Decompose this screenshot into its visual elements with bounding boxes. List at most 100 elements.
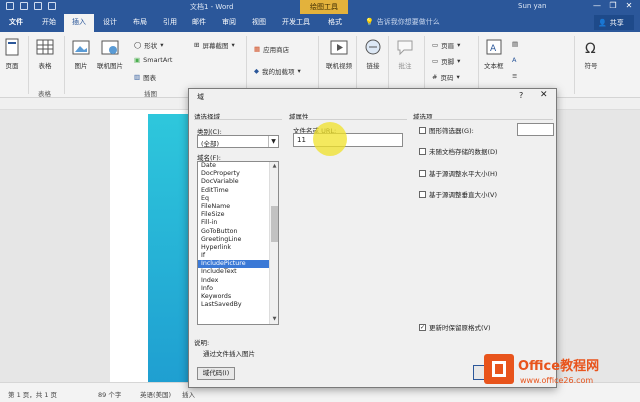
pages-button[interactable]: 页面 xyxy=(4,38,20,70)
insert-mode[interactable]: 插入 xyxy=(182,389,195,399)
scroll-thumb[interactable] xyxy=(271,206,278,242)
tab-mailings[interactable]: 邮件 xyxy=(192,17,206,27)
drop-cap-icon: ≡ xyxy=(512,72,518,80)
tab-home[interactable]: 开始 xyxy=(42,17,56,27)
chart-icon: ▥ xyxy=(134,73,141,81)
group-separator xyxy=(574,36,575,94)
tab-view[interactable]: 视图 xyxy=(252,17,266,27)
undo-icon[interactable] xyxy=(20,2,28,10)
option-resize-horizontal[interactable]: 基于源调整水平大小(H) xyxy=(419,168,497,178)
field-list-item[interactable]: Index xyxy=(198,277,278,285)
scroll-up-icon[interactable]: ▲ xyxy=(271,163,278,170)
tab-references[interactable]: 引用 xyxy=(163,17,177,27)
pages-label: 页面 xyxy=(5,62,19,70)
field-list-item[interactable]: Keywords xyxy=(198,293,278,301)
user-name[interactable]: Sun yan xyxy=(518,2,546,10)
comment-button[interactable]: 批注 xyxy=(396,38,414,70)
tab-format[interactable]: 格式 xyxy=(328,17,342,27)
picture-button[interactable]: 图片 xyxy=(72,38,90,70)
field-list-item[interactable]: EditTime xyxy=(198,187,278,195)
smartart-button[interactable]: ▣ SmartArt xyxy=(134,56,173,64)
field-list-item[interactable]: DocProperty xyxy=(198,170,278,178)
cyan-shape[interactable] xyxy=(148,114,190,382)
my-addins-button[interactable]: ◆ 我的加载项 ▾ xyxy=(254,66,301,76)
dialog-close-button[interactable]: ✕ xyxy=(540,90,548,100)
screenshot-button[interactable]: ⊞ 屏幕截图 ▾ xyxy=(194,40,235,50)
link-button[interactable]: 链接 xyxy=(364,38,382,70)
language-indicator[interactable]: 英语(美国) xyxy=(140,389,171,399)
textbox-button[interactable]: A 文本框 xyxy=(484,38,504,70)
page-info[interactable]: 第 1 页，共 1 页 xyxy=(8,389,57,399)
store-button[interactable]: ▦ 应用商店 xyxy=(254,44,289,54)
close-button[interactable]: ✕ xyxy=(624,1,634,11)
checkbox[interactable] xyxy=(419,126,426,134)
watermark-url: www.office26.com xyxy=(520,376,593,385)
field-list-item[interactable]: Eq xyxy=(198,195,278,203)
page-number-button[interactable]: # 页码 ▾ xyxy=(432,72,460,82)
word-count[interactable]: 89 个字 xyxy=(98,389,121,399)
checkbox[interactable] xyxy=(419,190,426,198)
drop-cap-button[interactable]: ≡ xyxy=(512,72,517,80)
field-list-item[interactable]: GreetingLine xyxy=(198,236,278,244)
field-list-item[interactable]: If xyxy=(198,252,278,260)
field-list-item[interactable]: Date xyxy=(198,162,278,170)
field-list-item[interactable]: DocVariable xyxy=(198,178,278,186)
checkbox[interactable] xyxy=(419,169,426,177)
option-preserve-format[interactable]: ✓ 更新时保留原格式(V) xyxy=(419,322,491,332)
symbol-button[interactable]: Ω 符号 xyxy=(582,38,600,70)
field-list-scrollbar[interactable]: ▲ ▼ xyxy=(269,162,278,324)
checkbox-checked[interactable]: ✓ xyxy=(419,323,426,331)
field-list-item[interactable]: FileSize xyxy=(198,211,278,219)
share-label: 共享 xyxy=(609,18,624,27)
share-button[interactable]: 👤 共享 xyxy=(594,15,634,30)
svg-text:A: A xyxy=(490,44,497,54)
tab-developer[interactable]: 开发工具 xyxy=(282,17,310,27)
chart-button[interactable]: ▥ 图表 xyxy=(134,72,156,82)
online-video-label: 联机视频 xyxy=(326,62,352,70)
footer-button[interactable]: ▭ 页脚 ▾ xyxy=(432,56,460,66)
field-list-item[interactable]: LastSavedBy xyxy=(198,301,278,309)
field-list-item[interactable]: IncludePicture xyxy=(198,260,278,269)
online-picture-button[interactable]: 联机图片 xyxy=(97,38,123,70)
minimize-button[interactable]: — xyxy=(592,1,602,11)
tab-insert[interactable]: 插入 xyxy=(64,14,94,32)
save-icon[interactable] xyxy=(6,2,14,10)
tab-review[interactable]: 审阅 xyxy=(222,17,236,27)
field-list-item[interactable]: GoToButton xyxy=(198,228,278,236)
store-icon: ▦ xyxy=(254,45,261,53)
tab-layout[interactable]: 布局 xyxy=(133,17,147,27)
quick-parts-button[interactable]: ▤ xyxy=(512,40,518,48)
option-data-not-stored[interactable]: 未随文档存储的数据(D) xyxy=(419,146,498,156)
dialog-title: 域 xyxy=(197,93,204,101)
chevron-down-icon[interactable]: ▼ xyxy=(268,136,278,147)
checkbox[interactable] xyxy=(419,147,426,155)
shapes-button[interactable]: ◯ 形状 ▾ xyxy=(134,40,164,50)
redo-icon[interactable] xyxy=(34,2,42,10)
field-list-item[interactable]: IncludeText xyxy=(198,268,278,276)
field-list-item[interactable]: Info xyxy=(198,285,278,293)
header-icon: ▭ xyxy=(432,41,439,49)
lightbulb-icon: 💡 xyxy=(365,18,374,26)
option-resize-vertical[interactable]: 基于源调整垂直大小(V) xyxy=(419,189,497,199)
table-button[interactable]: 表格 xyxy=(36,38,54,70)
restore-button[interactable]: ❐ xyxy=(608,1,618,11)
option-graphic-filter[interactable]: 图形筛选器(G): xyxy=(419,125,474,135)
url-input[interactable]: 11 xyxy=(293,133,403,147)
field-list-item[interactable]: Fill-in xyxy=(198,219,278,227)
tab-design[interactable]: 设计 xyxy=(103,17,117,27)
graphic-filter-input[interactable] xyxy=(517,123,554,136)
scroll-down-icon[interactable]: ▼ xyxy=(271,316,278,323)
field-list-item[interactable]: Hyperlink xyxy=(198,244,278,252)
chevron-down-icon: ▾ xyxy=(457,41,461,49)
online-video-button[interactable]: 联机视频 xyxy=(326,38,352,70)
field-names-list[interactable]: Date DocProperty DocVariable EditTime Eq File… xyxy=(197,161,279,325)
wordart-button[interactable]: A xyxy=(512,56,516,64)
header-button[interactable]: ▭ 页眉 ▾ xyxy=(432,40,460,50)
customize-qat-icon[interactable] xyxy=(48,2,56,10)
tab-file[interactable]: 文件 xyxy=(0,14,32,32)
field-list-item[interactable]: FileName xyxy=(198,203,278,211)
tell-me-box[interactable]: 💡 告诉我你想要做什么 xyxy=(365,17,440,27)
help-button[interactable]: ? xyxy=(519,91,523,100)
category-select[interactable]: (全部) ▼ xyxy=(197,135,279,148)
field-codes-button[interactable]: 域代码(I) xyxy=(197,367,235,380)
